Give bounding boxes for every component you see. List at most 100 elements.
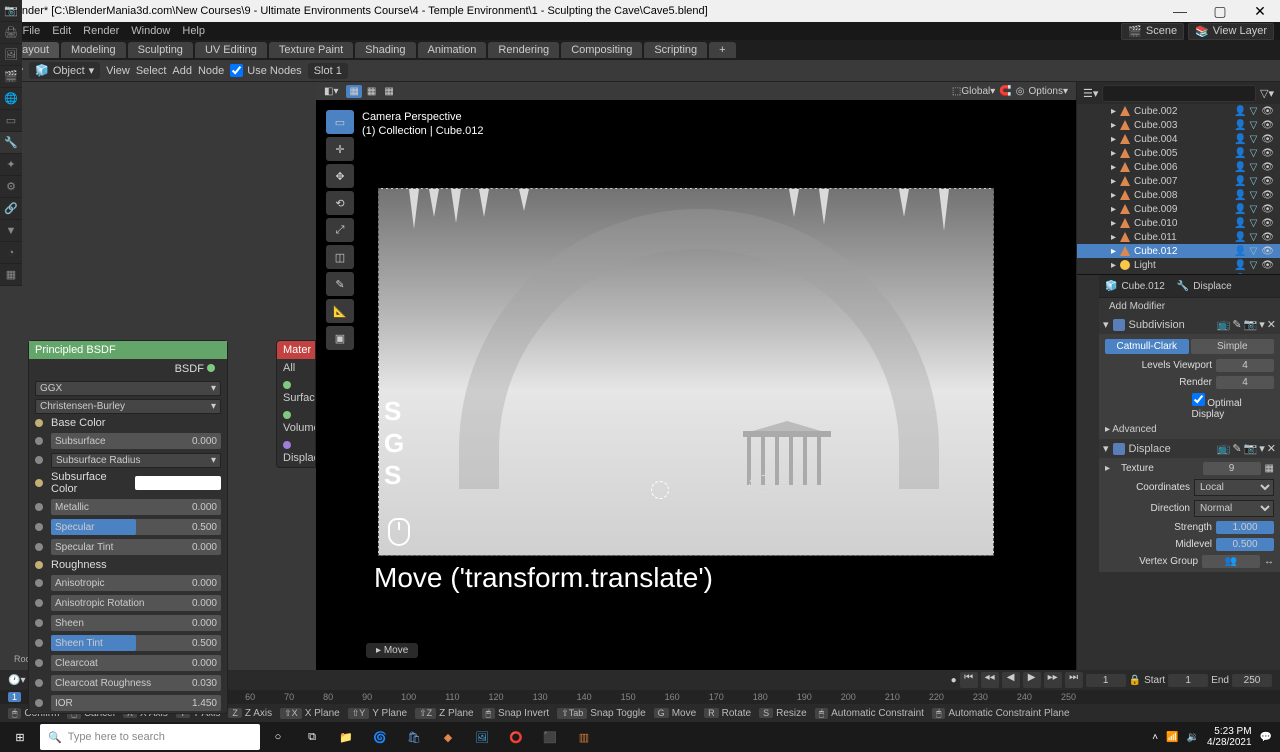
close-icon[interactable]: ✕ [1267, 318, 1276, 331]
tab-script[interactable]: Scripting [644, 42, 707, 58]
app-chrome-icon[interactable]: ⭕ [500, 722, 532, 752]
material-output-node[interactable]: Mater All Surface Volume Displace [276, 340, 316, 468]
ggx-select[interactable]: GGX▾ [35, 381, 221, 396]
viewlayer-field[interactable]: 📚View Layer [1188, 23, 1274, 40]
outliner-editor-icon[interactable]: ☰▾ [1083, 87, 1098, 100]
bsdf-row[interactable]: Clearcoat0.000 [29, 653, 227, 673]
node-title[interactable]: Principled BSDF [29, 341, 227, 359]
tool-scale[interactable]: ⤢ [326, 218, 354, 242]
texture-browse-icon[interactable]: ▦ [1265, 463, 1274, 474]
notifications-icon[interactable]: 💬 [1260, 732, 1272, 743]
visibility-icon[interactable]: 👁 [1261, 120, 1274, 131]
invert-icon[interactable]: ↔ [1264, 556, 1274, 567]
outliner-item[interactable]: ▸Cube.004👤▽👁 [1077, 132, 1280, 146]
outliner-search-input[interactable] [1102, 85, 1256, 102]
tray-volume-icon[interactable]: 🔉 [1187, 732, 1199, 743]
tab-add[interactable]: + [709, 42, 735, 58]
subdiv-render-levels[interactable]: 4 [1216, 376, 1274, 389]
taskbar-search[interactable]: 🔍Type here to search [40, 724, 260, 750]
visibility-icon[interactable]: 👁 [1261, 162, 1274, 173]
viewport-3d[interactable]: ◧▾ ▦▦▦ ⬚Global▾ 🧲 ◎ Options▾ Scale X: 0.… [316, 82, 1076, 670]
bsdf-clearcoat-roughness[interactable]: Clearcoat Roughness0.030 [51, 675, 221, 691]
matout-all[interactable]: All [277, 359, 315, 377]
taskview-icon[interactable]: ⧉ [296, 722, 328, 752]
tab-anim[interactable]: Animation [418, 42, 487, 58]
jump-start-icon[interactable]: ⏮ [960, 672, 978, 688]
matout-title[interactable]: Mater [277, 341, 315, 359]
tab-shading[interactable]: Shading [355, 42, 415, 58]
tray-network-icon[interactable]: 📶 [1166, 732, 1178, 743]
tab-comp[interactable]: Compositing [561, 42, 642, 58]
bsdf-row[interactable]: IOR1.450 [29, 693, 227, 713]
app-blender-icon[interactable]: ◆ [432, 722, 464, 752]
tab-modeling[interactable]: Modeling [61, 42, 126, 58]
bsdf-clearcoat[interactable]: Clearcoat0.000 [51, 655, 221, 671]
bsdf-sheen-tint[interactable]: Sheen Tint0.500 [51, 635, 221, 651]
outliner-item[interactable]: ▸Cube.002👤▽👁 [1077, 104, 1280, 118]
app-obs-icon[interactable]: ⬛ [534, 722, 566, 752]
visibility-icon[interactable]: 👁 [1261, 190, 1274, 201]
clock-time[interactable]: 5:23 PM [1207, 726, 1252, 737]
subdiv-catmull[interactable]: Catmull-Clark [1105, 339, 1189, 354]
playhead[interactable]: 1 [8, 692, 21, 702]
window-minimize-button[interactable]: — [1160, 3, 1200, 19]
outliner-item[interactable]: ▸Light👤▽👁 [1077, 258, 1280, 272]
start-button[interactable]: ⊞ [2, 723, 38, 751]
visibility-icon[interactable]: 👁 [1261, 148, 1274, 159]
app-explorer-icon[interactable]: 📁 [330, 722, 362, 752]
proportional-icon[interactable]: ◎ [1016, 86, 1025, 97]
node-menu-add[interactable]: Add [172, 65, 192, 77]
close-icon[interactable]: ✕ [1267, 442, 1276, 455]
tool-annotate[interactable]: ✎ [326, 272, 354, 296]
menu-render[interactable]: Render [79, 25, 123, 37]
use-nodes-checkbox[interactable]: Use Nodes [230, 64, 301, 77]
bsdf-row[interactable]: Subsurface Radius▾ [29, 451, 227, 469]
tab-texpaint[interactable]: Texture Paint [269, 42, 353, 58]
current-frame[interactable]: 1 [1086, 674, 1126, 687]
tool-addcube[interactable]: ▣ [326, 326, 354, 350]
node-menu-view[interactable]: View [106, 65, 130, 77]
bsdf-row[interactable]: Anisotropic0.000 [29, 573, 227, 593]
bsdf-anisotropic-rotation[interactable]: Anisotropic Rotation0.000 [51, 595, 221, 611]
window-maximize-button[interactable]: ▢ [1200, 3, 1240, 20]
socket-surface[interactable]: Surface [283, 392, 316, 404]
bsdf-sheen[interactable]: Sheen0.000 [51, 615, 221, 631]
play-rev-icon[interactable]: ◀ [1002, 672, 1020, 688]
bsdf-row[interactable]: Subsurface0.000 [29, 431, 227, 451]
optimal-display-check[interactable]: Optimal Display [1192, 393, 1275, 420]
bsdf-row[interactable]: Sheen Tint0.500 [29, 633, 227, 653]
outliner-item[interactable]: ▸Cube.003👤▽👁 [1077, 118, 1280, 132]
bsdf-row[interactable]: Subsurface Color [29, 469, 227, 497]
visibility-icon[interactable]: 👁 [1261, 218, 1274, 229]
play-icon[interactable]: ▶ [1023, 672, 1041, 688]
timeline-editor-icon[interactable]: 🕐▾ [8, 675, 25, 686]
displace-strength[interactable]: 1.000 [1216, 521, 1274, 534]
principled-bsdf-node[interactable]: Principled BSDF BSDF GGX▾ Christensen-Bu… [28, 340, 228, 714]
menu-window[interactable]: Window [127, 25, 174, 37]
shader-node-editor[interactable]: Rocks Principled BSDF BSDF GGX▾ Christen… [0, 82, 316, 670]
modifier-displace-header[interactable]: ▾ Displace 📺✎📷▾✕ [1099, 439, 1280, 458]
displace-midlevel[interactable]: 0.500 [1216, 538, 1274, 551]
menu-help[interactable]: Help [178, 25, 209, 37]
bsdf-row[interactable]: Specular0.500 [29, 517, 227, 537]
sss-method-select[interactable]: Christensen-Burley▾ [35, 399, 221, 414]
app-store-icon[interactable]: 🛍 [398, 722, 430, 752]
tray-chevron-icon[interactable]: ˄ [1152, 732, 1158, 743]
bsdf-metallic[interactable]: Metallic0.000 [51, 499, 221, 515]
app-edge-icon[interactable]: 🌀 [364, 722, 396, 752]
keyframe-prev-icon[interactable]: ◂◂ [981, 672, 999, 688]
output-socket-bsdf[interactable]: BSDF [175, 363, 204, 375]
bsdf-row[interactable]: Base Color [29, 415, 227, 431]
options-dropdown[interactable]: Options▾ [1029, 86, 1069, 97]
bsdf-row[interactable]: Anisotropic Rotation0.000 [29, 593, 227, 613]
keyframe-next-icon[interactable]: ▸▸ [1044, 672, 1062, 688]
redo-panel[interactable]: ▸ Move [366, 643, 418, 658]
start-frame[interactable]: 1 [1168, 674, 1208, 687]
visibility-icon[interactable]: 👁 [1261, 260, 1274, 271]
visibility-icon[interactable]: 👁 [1261, 176, 1274, 187]
visibility-icon[interactable]: 👁 [1261, 204, 1274, 215]
tool-cursor[interactable]: ✛ [326, 137, 354, 161]
displace-vgroup[interactable]: 👥 [1202, 555, 1260, 568]
window-close-button[interactable]: ✕ [1240, 3, 1280, 20]
cortana-icon[interactable]: ○ [262, 722, 294, 752]
